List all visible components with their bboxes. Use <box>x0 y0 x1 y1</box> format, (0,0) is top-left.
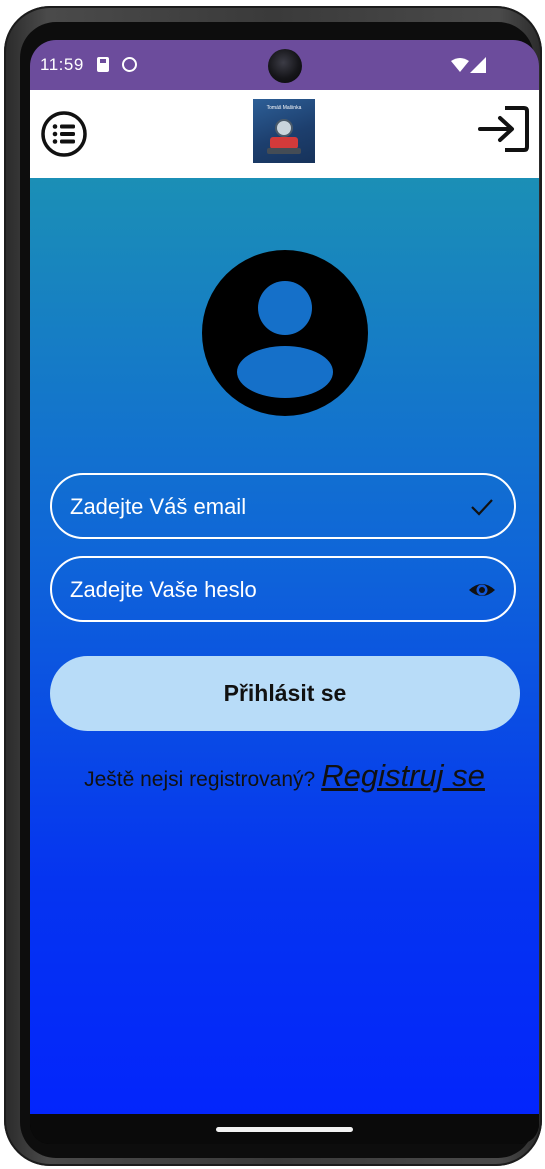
sd-card-icon <box>97 57 109 72</box>
navigation-bar <box>30 1114 539 1144</box>
front-camera <box>268 49 302 83</box>
home-indicator[interactable] <box>216 1127 353 1132</box>
password-field[interactable]: Zadejte Vaše heslo <box>50 556 516 622</box>
phone-screen: 11:59 Tomáš Mašinka Zadejte Váš email Za… <box>30 40 539 1144</box>
email-placeholder: Zadejte Váš email <box>70 494 247 519</box>
password-placeholder: Zadejte Vaše heslo <box>70 577 257 602</box>
register-link[interactable]: Registruj se <box>321 758 485 793</box>
check-icon <box>471 499 493 516</box>
cell-signal-icon <box>470 57 486 73</box>
email-field[interactable]: Zadejte Váš email <box>50 473 516 539</box>
menu-button[interactable] <box>40 110 88 158</box>
logo-figure-head <box>275 119 293 137</box>
eye-icon[interactable] <box>468 576 496 604</box>
login-arrow-icon <box>478 106 529 152</box>
login-button-icon-button[interactable] <box>477 104 531 154</box>
app-logo: Tomáš Mašinka <box>253 99 315 163</box>
menu-list-icon <box>41 111 87 157</box>
login-submit-button[interactable]: Přihlásit se <box>50 656 520 731</box>
status-bar: 11:59 <box>30 40 539 90</box>
register-prompt: Ještě nejsi registrovaný? <box>84 768 316 791</box>
register-row: Ještě nejsi registrovaný? Registruj se <box>30 758 539 794</box>
logo-figure-base <box>267 148 301 154</box>
status-time: 11:59 <box>40 55 84 74</box>
app-bar: Tomáš Mašinka <box>30 90 539 178</box>
account-circle-icon <box>202 250 368 416</box>
wifi-icon <box>451 58 469 72</box>
sync-icon <box>122 57 137 72</box>
logo-caption: Tomáš Mašinka <box>266 105 302 111</box>
login-content: Zadejte Váš email Zadejte Vaše heslo Při… <box>30 178 539 1114</box>
